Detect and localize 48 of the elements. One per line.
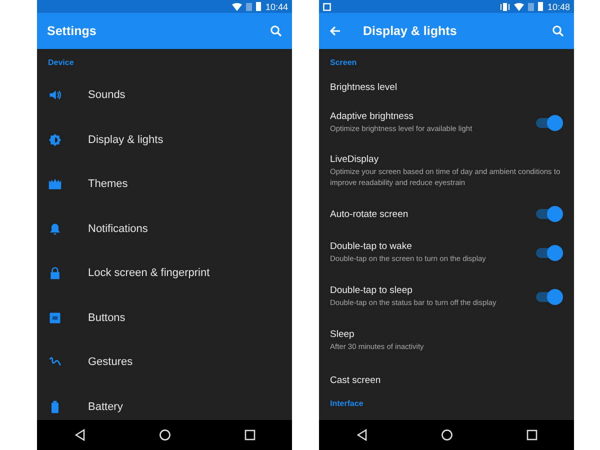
section-header: Interface xyxy=(329,398,364,410)
setting-title[interactable]: Double-tap to sleep xyxy=(330,285,535,296)
setting-title[interactable]: Sleep xyxy=(330,329,563,340)
menu-item[interactable]: Gestures xyxy=(88,356,133,368)
back-arrow-icon[interactable] xyxy=(329,25,341,37)
menu-item[interactable]: Lock screen & fingerprint xyxy=(88,267,210,280)
setting-title[interactable]: Double-tap to wake xyxy=(330,241,535,252)
bell-icon xyxy=(48,222,62,236)
wifi-icon xyxy=(232,2,242,10)
menu-item[interactable]: Sounds xyxy=(88,89,126,102)
setting-title[interactable]: LiveDisplay xyxy=(330,154,563,166)
back-button[interactable] xyxy=(74,429,86,441)
setting-title[interactable]: Adaptive brightness xyxy=(330,111,535,122)
section-header: Screen xyxy=(329,57,358,69)
recents-button[interactable] xyxy=(244,429,256,441)
signal-icon xyxy=(246,2,252,10)
screen-title: Display & lights xyxy=(363,24,458,38)
battery-icon xyxy=(538,2,544,11)
screen-title: Settings xyxy=(47,24,98,38)
clock: 10:44 xyxy=(265,2,288,12)
setting-title[interactable]: Cast screen xyxy=(330,374,563,386)
menu-item[interactable]: Themes xyxy=(88,178,128,190)
menu-item[interactable]: Buttons xyxy=(88,312,126,324)
recents-button[interactable] xyxy=(526,429,538,441)
back-button[interactable] xyxy=(356,429,368,441)
search-icon[interactable] xyxy=(552,25,564,37)
wifi-icon xyxy=(514,2,524,10)
toggle-switch[interactable] xyxy=(535,245,563,261)
notification-icon xyxy=(323,2,331,10)
lock-icon xyxy=(48,266,62,280)
signal-icon xyxy=(528,2,534,10)
clock: 10:48 xyxy=(547,2,570,12)
menu-item[interactable]: Notifications xyxy=(88,222,148,235)
toggle-switch[interactable] xyxy=(535,206,563,222)
toggle-switch[interactable] xyxy=(535,115,563,131)
speaker-icon xyxy=(48,88,62,102)
brightness-icon xyxy=(48,132,62,147)
search-icon[interactable] xyxy=(270,25,282,37)
toggle-switch[interactable] xyxy=(535,289,563,305)
home-button[interactable] xyxy=(440,429,452,441)
menu-item[interactable]: Display & lights xyxy=(88,134,164,146)
setting-title[interactable]: Brightness level xyxy=(330,82,563,92)
menu-item[interactable]: Battery xyxy=(88,400,123,413)
section-header: Device xyxy=(47,57,75,69)
battery-icon xyxy=(256,2,262,11)
vibrate-icon xyxy=(500,2,510,10)
setting-title[interactable]: Auto-rotate screen xyxy=(330,208,535,220)
home-button[interactable] xyxy=(158,429,170,441)
